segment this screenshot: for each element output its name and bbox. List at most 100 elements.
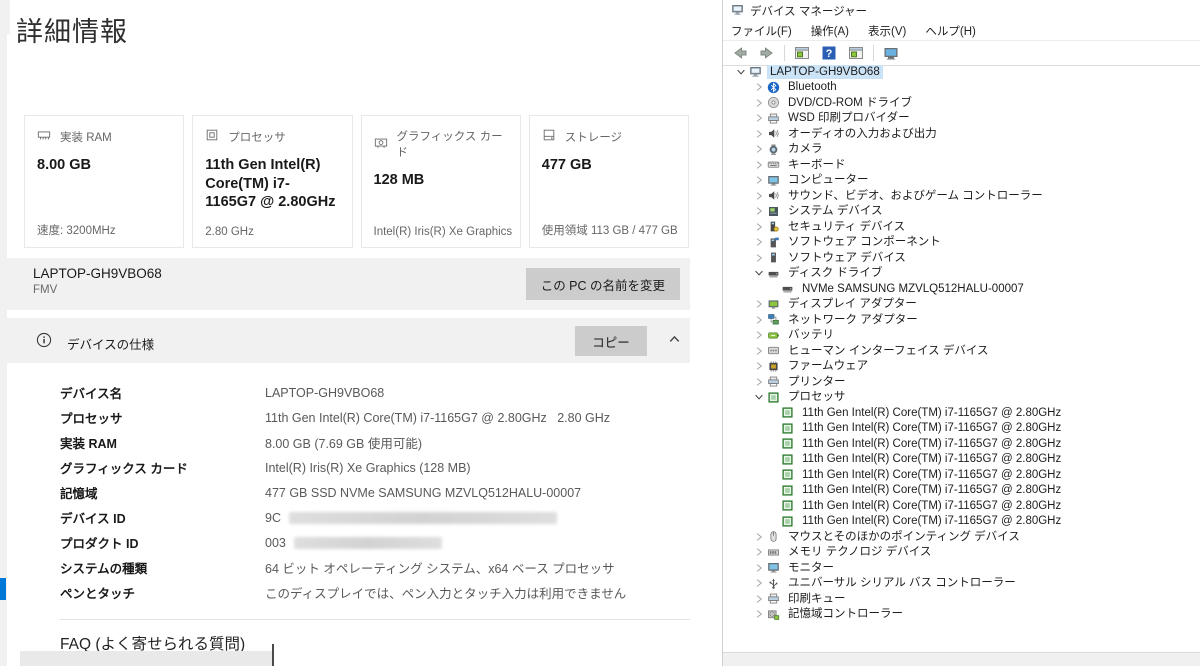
usb-icon — [766, 577, 781, 590]
chevron-down-icon[interactable] — [751, 267, 766, 279]
tree-item[interactable]: バッテリ — [723, 328, 1200, 344]
tree-item-label: 11th Gen Intel(R) Core(TM) i7-1165G7 @ 2… — [802, 437, 1062, 450]
spec-row: グラフィックス カード Intel(R) Iris(R) Xe Graphics … — [60, 455, 690, 480]
tree-item[interactable]: ネットワーク アダプター — [723, 312, 1200, 328]
chevron-right-icon[interactable] — [751, 298, 766, 310]
tree-item[interactable]: サウンド、ビデオ、およびゲーム コントローラー — [723, 188, 1200, 204]
tree-item[interactable]: 11th Gen Intel(R) Core(TM) i7-1165G7 @ 2… — [723, 483, 1200, 499]
chevron-right-icon[interactable] — [751, 97, 766, 109]
tree-item[interactable]: 11th Gen Intel(R) Core(TM) i7-1165G7 @ 2… — [723, 436, 1200, 452]
menu-item-2[interactable]: 表示(V) — [868, 23, 906, 39]
card-label: プロセッサ — [228, 131, 286, 144]
chevron-right-icon[interactable] — [751, 159, 766, 171]
chevron-down-icon[interactable] — [751, 391, 766, 403]
tree-item[interactable]: 11th Gen Intel(R) Core(TM) i7-1165G7 @ 2… — [723, 514, 1200, 530]
rename-pc-button[interactable]: この PC の名前を変更 — [525, 268, 680, 300]
chevron-right-icon[interactable] — [751, 314, 766, 326]
tree-item[interactable]: カメラ — [723, 142, 1200, 158]
chevron-right-icon[interactable] — [751, 81, 766, 93]
spec-cards: 実装 RAM 8.00 GB 速度: 3200MHz プロセッサ 11th Gen In… — [24, 115, 689, 248]
tree-item[interactable]: ヒューマン インターフェイス デバイス — [723, 343, 1200, 359]
chevron-right-icon[interactable] — [751, 546, 766, 558]
menu-item-0[interactable]: ファイル(F) — [731, 23, 792, 39]
tree-item[interactable]: 11th Gen Intel(R) Core(TM) i7-1165G7 @ 2… — [723, 421, 1200, 437]
chevron-right-icon[interactable] — [751, 112, 766, 124]
tree-item[interactable]: ユニバーサル シリアル バス コントローラー — [723, 576, 1200, 592]
chevron-up-icon[interactable] — [667, 332, 682, 352]
chevron-down-icon[interactable] — [733, 66, 748, 78]
card-footer: 速度: 3200MHz — [37, 225, 116, 237]
back-arrow-icon[interactable] — [730, 43, 750, 63]
chevron-right-icon[interactable] — [751, 608, 766, 620]
cpu-icon — [780, 422, 795, 435]
horizontal-scrollbar[interactable] — [20, 651, 272, 666]
tree-item[interactable]: 11th Gen Intel(R) Core(TM) i7-1165G7 @ 2… — [723, 452, 1200, 468]
cpu-icon — [780, 437, 795, 450]
tree-item-label: NVMe SAMSUNG MZVLQ512HALU-00007 — [802, 282, 1024, 295]
tree-item[interactable]: ディスプレイ アダプター — [723, 297, 1200, 313]
spec-row: プロダクト ID 003 — [60, 530, 690, 555]
chevron-right-icon[interactable] — [751, 205, 766, 217]
forward-arrow-icon[interactable] — [757, 43, 777, 63]
tree-item[interactable]: ソフトウェア コンポーネント — [723, 235, 1200, 251]
storage-icon — [542, 128, 556, 145]
tree-item[interactable]: 記憶域コントローラー — [723, 607, 1200, 623]
chevron-right-icon[interactable] — [751, 345, 766, 357]
info-icon — [36, 332, 52, 353]
console-window-icon[interactable] — [846, 43, 866, 63]
tree-item[interactable]: 11th Gen Intel(R) Core(TM) i7-1165G7 @ 2… — [723, 467, 1200, 483]
tree-item-label: ディスク ドライブ — [788, 267, 883, 280]
tree-item[interactable]: モニター — [723, 560, 1200, 576]
tree-item[interactable]: メモリ テクノロジ デバイス — [723, 545, 1200, 561]
chevron-right-icon[interactable] — [751, 190, 766, 202]
tree-item[interactable]: マウスとそのほかのポインティング デバイス — [723, 529, 1200, 545]
tree-item[interactable]: WSD 印刷プロバイダー — [723, 111, 1200, 127]
tree-item[interactable]: ソフトウェア デバイス — [723, 250, 1200, 266]
tree-item[interactable]: DVD/CD-ROM ドライブ — [723, 95, 1200, 111]
spec-row: 記憶域 477 GB SSD NVMe SAMSUNG MZVLQ512HALU-… — [60, 480, 690, 505]
chevron-right-icon[interactable] — [751, 236, 766, 248]
chevron-right-icon[interactable] — [751, 143, 766, 155]
tree-item[interactable]: 印刷キュー — [723, 591, 1200, 607]
tree-item[interactable]: ディスク ドライブ — [723, 266, 1200, 282]
cpu-icon — [780, 515, 795, 528]
console-window-icon[interactable] — [792, 43, 812, 63]
chevron-right-icon[interactable] — [751, 531, 766, 543]
tree-item[interactable]: セキュリティ デバイス — [723, 219, 1200, 235]
chevron-right-icon[interactable] — [751, 221, 766, 233]
spec-label: システムの種類 — [60, 562, 148, 576]
chevron-right-icon[interactable] — [751, 593, 766, 605]
tree-item-label: メモリ テクノロジ デバイス — [788, 546, 932, 559]
spec-row: 実装 RAM 8.00 GB (7.69 GB 使用可能) — [60, 430, 690, 455]
tree-item-label: ソフトウェア デバイス — [788, 251, 906, 264]
remote-desktop-icon[interactable] — [881, 43, 901, 63]
tree-item[interactable]: ファームウェア — [723, 359, 1200, 375]
copy-button[interactable]: コピー — [575, 326, 647, 356]
tree-item[interactable]: Bluetooth — [723, 80, 1200, 96]
tree-item[interactable]: 11th Gen Intel(R) Core(TM) i7-1165G7 @ 2… — [723, 498, 1200, 514]
chevron-right-icon[interactable] — [751, 376, 766, 388]
menu-item-1[interactable]: 操作(A) — [811, 23, 849, 39]
tree-item[interactable]: プロセッサ — [723, 390, 1200, 406]
chevron-right-icon[interactable] — [751, 252, 766, 264]
tree-item-label: 11th Gen Intel(R) Core(TM) i7-1165G7 @ 2… — [802, 499, 1062, 512]
tree-item[interactable]: 11th Gen Intel(R) Core(TM) i7-1165G7 @ 2… — [723, 405, 1200, 421]
tree-item[interactable]: コンピューター — [723, 173, 1200, 189]
tree-item[interactable]: キーボード — [723, 157, 1200, 173]
chevron-right-icon[interactable] — [751, 174, 766, 186]
tree-item[interactable]: LAPTOP-GH9VBO68 — [723, 64, 1200, 80]
tree-item[interactable]: プリンター — [723, 374, 1200, 390]
chevron-right-icon[interactable] — [751, 329, 766, 341]
chevron-right-icon[interactable] — [751, 562, 766, 574]
toolbar-separator — [784, 45, 785, 61]
chevron-right-icon[interactable] — [751, 128, 766, 140]
tree-item[interactable]: オーディオの入力および出力 — [723, 126, 1200, 142]
chevron-right-icon[interactable] — [751, 577, 766, 589]
chevron-right-icon[interactable] — [751, 360, 766, 372]
gpu-icon — [374, 136, 388, 153]
help-icon[interactable]: ? — [819, 43, 839, 63]
tree-item[interactable]: システム デバイス — [723, 204, 1200, 220]
tree-item[interactable]: NVMe SAMSUNG MZVLQ512HALU-00007 — [723, 281, 1200, 297]
menu-item-3[interactable]: ヘルプ(H) — [925, 23, 975, 39]
security-icon — [766, 220, 781, 233]
